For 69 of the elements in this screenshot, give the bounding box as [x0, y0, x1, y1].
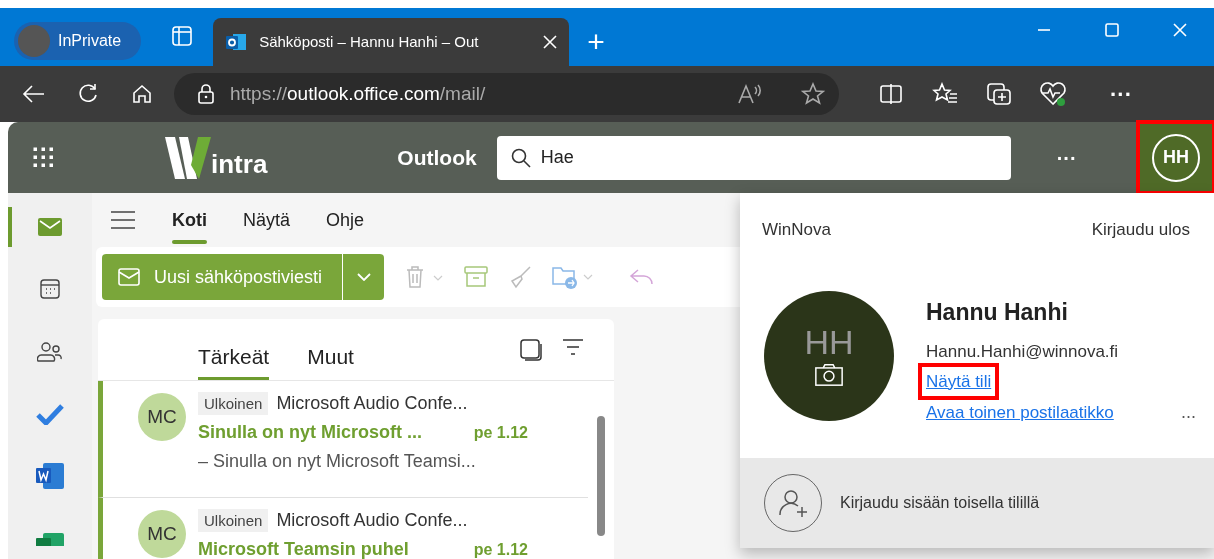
user-email: Hannu.Hanhi@winnova.fi [926, 341, 1120, 363]
read-aloud-icon[interactable] [737, 83, 763, 105]
profile-photo[interactable]: HH [764, 290, 894, 421]
other-account-link[interactable]: Kirjaudu sisään toisella tilillä [840, 491, 1040, 515]
collections-icon[interactable] [986, 82, 1012, 106]
checkmark-icon[interactable] [36, 403, 64, 426]
message-item[interactable]: MC Ulkoinen Microsoft Audio Confe... Microsoft Teamsin puhel pe 1.12 [98, 498, 588, 559]
favorites-icon[interactable] [932, 82, 958, 106]
more-button[interactable]: ··· [1099, 74, 1143, 114]
message-date: pe 1.12 [473, 540, 528, 559]
mail-icon[interactable] [38, 218, 62, 237]
filter-icon[interactable] [562, 339, 584, 355]
scrollbar-thumb[interactable] [597, 416, 605, 536]
sign-out-link[interactable]: Kirjaudu ulos [1091, 217, 1190, 243]
people-icon[interactable] [37, 340, 63, 363]
message-item[interactable]: MC Ulkoinen Microsoft Audio Confe... Sinulla on nyt Microsoft ... pe 1.12 – Sinulla on nyt Microsoft Teamsi... [98, 381, 588, 498]
address-field[interactable]: https://outlook.office.com/mail/ [174, 73, 839, 115]
star-icon[interactable] [801, 82, 825, 106]
message-preview: – Sinulla on nyt Microsoft Teamsi... [198, 450, 477, 473]
excel-icon[interactable] [35, 531, 65, 546]
inbox-tab[interactable]: Muut [307, 340, 354, 380]
sender-name: Microsoft Audio Confe... [276, 393, 468, 413]
ribbon-tab[interactable]: Näytä [243, 200, 291, 240]
sender-avatar: MC [138, 510, 186, 558]
more-button[interactable]: ··· [1050, 141, 1083, 174]
back-icon[interactable] [22, 84, 46, 104]
external-tag: Ulkoinen [198, 509, 269, 532]
maximize-icon[interactable] [1105, 23, 1119, 37]
word-icon[interactable] [35, 462, 65, 491]
add-person-icon [778, 488, 808, 518]
browser-tab[interactable]: Sähköposti – Hannu Hanhi – Out [213, 18, 570, 66]
avatar-silhouette [18, 25, 50, 57]
message-subject: Sinulla on nyt Microsoft ... [198, 421, 422, 444]
organization-name: WinNova [762, 219, 831, 241]
brand-name: intra [211, 150, 268, 177]
select-icon[interactable] [520, 339, 542, 361]
account-link[interactable]: Avaa toinen postilaatikko [922, 398, 1118, 428]
profile-button[interactable]: InPrivate [14, 22, 142, 60]
calendar-icon[interactable] [40, 279, 60, 300]
account-button[interactable]: HH [1138, 122, 1214, 193]
refresh-icon[interactable] [77, 83, 99, 105]
lock-icon [198, 84, 214, 104]
dropdown-button[interactable] [342, 254, 385, 300]
search-field[interactable]: Hae [496, 135, 1011, 180]
split-screen-icon[interactable] [879, 83, 903, 105]
camera-icon [815, 363, 843, 386]
mail-icon [118, 268, 140, 286]
logo-mark-icon [165, 134, 211, 181]
message-date: pe 1.12 [473, 423, 528, 443]
app-launcher-icon[interactable] [33, 146, 55, 169]
menu-icon[interactable] [110, 211, 136, 229]
new-tab-button[interactable]: + [581, 26, 611, 58]
url-text: https://outlook.office.com/mail/ [230, 81, 487, 106]
message-subject: Microsoft Teamsin puhel [198, 538, 409, 559]
user-name: Hannu Hanhi [926, 297, 1069, 327]
sender-avatar: MC [138, 393, 186, 441]
tab-actions-icon[interactable] [171, 25, 194, 47]
ribbon-tab[interactable]: Ohje [326, 200, 365, 240]
photo-initials: HH [804, 325, 854, 359]
external-tag: Ulkoinen [198, 392, 269, 415]
app-name: Outlook [397, 144, 477, 171]
sender-name: Microsoft Audio Confe... [276, 510, 468, 530]
outlook-icon [225, 31, 248, 53]
home-icon[interactable] [131, 83, 153, 105]
chevron-down-icon [356, 273, 371, 281]
inbox-tab[interactable]: Tärkeät [198, 340, 270, 380]
more-button[interactable]: ... [1181, 399, 1196, 427]
heart-pulse-icon[interactable] [1039, 81, 1067, 107]
close-icon[interactable] [543, 35, 558, 49]
